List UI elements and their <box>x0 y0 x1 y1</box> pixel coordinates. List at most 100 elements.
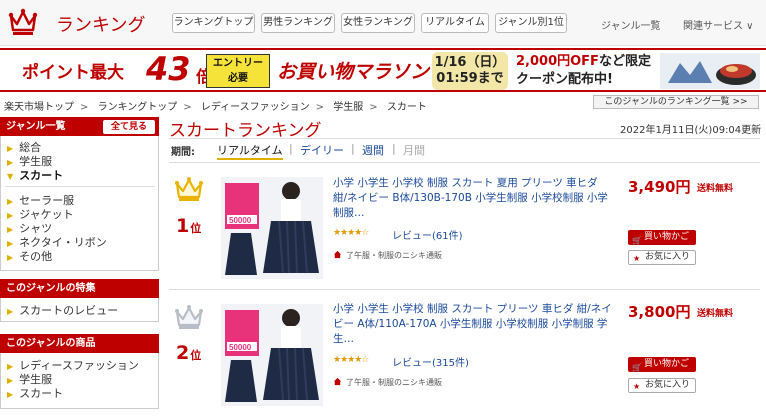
favorite-button[interactable]: ★ お気に入り <box>628 378 696 393</box>
banner-offer-amount: 2,000円OFF <box>516 54 599 69</box>
breadcrumb-separator: > <box>369 102 378 113</box>
period-tab-daily[interactable]: デイリー <box>300 142 344 158</box>
arrow-marker-icon: ▶ <box>7 211 14 220</box>
sidebar-item-skirt[interactable]: ▶ スカート <box>7 385 63 401</box>
product-image[interactable]: 50000 <box>221 304 323 406</box>
period-tab-weekly[interactable]: 週間 <box>362 142 384 158</box>
sidebar-products-header: このジャンルの商品 <box>0 334 159 353</box>
shop-icon <box>333 250 342 259</box>
banner-offer-rest: など限定 <box>598 54 651 69</box>
breadcrumb-separator: > <box>80 102 89 113</box>
star-icon: ★ <box>633 254 641 263</box>
sidebar-item-skirt[interactable]: ▼ スカート <box>7 167 63 183</box>
favorite-button-label: お気に入り <box>645 252 691 262</box>
breadcrumb-separator: > <box>315 102 325 113</box>
sidebar-item-other[interactable]: ▶ その他 <box>7 248 52 264</box>
breadcrumb-item[interactable]: ランキングトップ <box>98 102 178 113</box>
banner-offer-line2: クーポン配布中! <box>516 72 613 87</box>
logo-text[interactable]: ランキング <box>56 11 145 37</box>
tab-genre-first[interactable]: ジャンル別1位 <box>495 13 567 33</box>
tab-men-ranking[interactable]: 男性ランキング <box>261 13 335 33</box>
product-price: 3,490円 <box>628 178 691 196</box>
sidebar-item-label: その他 <box>19 250 53 263</box>
banner-point-text: ポイント最大 <box>22 63 124 83</box>
arrow-marker-icon: ▶ <box>7 362 14 371</box>
add-to-cart-button[interactable]: 🛒 買い物かご <box>628 357 696 372</box>
rank-value: 1 <box>176 215 190 237</box>
period-tab-monthly: 月間 <box>403 144 425 157</box>
product-photo-icon: 50000 <box>221 304 323 406</box>
promo-banner[interactable]: ポイント最大 43 倍 エントリー 必要 お買い物マラソン 1/16（日） 01… <box>0 48 766 92</box>
arrow-marker-icon: ▶ <box>7 158 14 167</box>
sidebar-divider <box>5 186 155 187</box>
sidebar-products-list: ▶ レディースファッション ▶ 学生服 ▶ スカート <box>0 353 159 409</box>
period-separator: | <box>351 142 355 155</box>
cart-button-label: 買い物かご <box>644 359 690 369</box>
product-badge-text: 50000 <box>229 343 252 352</box>
banner-date-line2: 01:59まで <box>436 71 504 86</box>
tab-women-ranking[interactable]: 女性ランキング <box>341 13 415 33</box>
row-divider <box>169 162 760 163</box>
breadcrumb-item[interactable]: 学生服 <box>333 102 363 113</box>
product-name-link[interactable]: 小学 小学生 小学校 制服 スカート 夏用 プリーツ 車ヒダ 紺/ネイビー B体… <box>333 176 615 221</box>
silver-crown-icon <box>175 305 203 329</box>
shop-icon <box>333 377 342 386</box>
title-divider <box>169 138 760 139</box>
crown-logo-icon[interactable] <box>8 8 38 36</box>
sidebar-item-skirt-review[interactable]: ▶ スカートのレビュー <box>7 302 118 318</box>
banner-deadline: 1/16（日） 01:59まで <box>432 52 508 90</box>
banner-entry-badge: エントリー 必要 <box>206 54 270 88</box>
free-shipping-label: 送料無料 <box>697 184 734 194</box>
favorite-button[interactable]: ★ お気に入り <box>628 250 696 265</box>
review-link[interactable]: レビュー(315件) <box>392 354 469 369</box>
product-name-link[interactable]: 小学 小学生 小学校 制服 スカート プリーツ 車ヒダ 紺/ネイビー A体/11… <box>333 302 615 347</box>
rank-number: 1位 <box>176 215 201 237</box>
arrow-marker-icon: ▶ <box>7 239 14 248</box>
arrow-marker-icon: ▶ <box>7 307 14 316</box>
star-icon: ★ <box>633 382 641 391</box>
sidebar-features-list: ▶ スカートのレビュー <box>0 298 159 322</box>
sidebar-item-label: スカート <box>19 387 64 400</box>
breadcrumb-trail: 楽天市場トップ > ランキングトップ > レディースファッション > 学生服 > スカー… <box>4 98 427 113</box>
tab-ranking-top[interactable]: ランキングトップ <box>172 13 255 33</box>
shop-name-link[interactable]: 了午服・制服のニシキ通販 <box>346 250 442 261</box>
banner-offer: 2,000円OFFなど限定 クーポン配布中! <box>516 53 651 89</box>
updated-timestamp: 2022年1月11日(火)09:04更新 <box>620 125 762 136</box>
rank-value: 2 <box>176 342 190 364</box>
product-image[interactable]: 50000 <box>221 177 323 279</box>
period-label: 期間: <box>171 147 195 158</box>
row-divider <box>169 289 760 290</box>
period-separator: | <box>289 142 293 155</box>
related-services-dropdown[interactable]: 関連サービス ∨ <box>683 17 754 32</box>
breadcrumb-item[interactable]: レディースファッション <box>201 102 310 113</box>
rank-suffix: 位 <box>190 222 202 235</box>
free-shipping-label: 送料無料 <box>697 309 734 319</box>
review-link[interactable]: レビュー(61件) <box>392 227 463 242</box>
banner-product-image <box>660 53 760 89</box>
shop-name-link[interactable]: 了午服・制服のニシキ通販 <box>346 377 442 388</box>
period-separator: | <box>392 142 396 155</box>
product-price: 3,800円 <box>628 303 691 321</box>
arrow-marker-icon: ▶ <box>7 144 14 153</box>
tab-realtime[interactable]: リアルタイム <box>421 13 489 33</box>
see-all-button[interactable]: 全て見る <box>103 120 155 134</box>
rating-stars: ★★★★☆ <box>333 228 369 238</box>
rank-number: 2位 <box>176 342 201 364</box>
banner-entry-line2: 必要 <box>228 73 248 84</box>
product-badge-text: 50000 <box>229 216 252 225</box>
rating-stars: ★★★★☆ <box>333 355 369 365</box>
breadcrumb-item[interactable]: スカート <box>387 102 427 113</box>
genre-ranking-list-link[interactable]: このジャンルのランキング一覧 >> <box>593 95 759 109</box>
header-bar: ランキング ランキングトップ 男性ランキング 女性ランキング リアルタイム ジャ… <box>0 0 766 46</box>
period-tab-realtime[interactable]: リアルタイム <box>217 142 283 160</box>
rank-suffix: 位 <box>190 349 202 362</box>
add-to-cart-button[interactable]: 🛒 買い物かご <box>628 230 696 245</box>
gold-crown-icon <box>175 177 203 201</box>
sidebar-item-label: スカートのレビュー <box>19 304 119 317</box>
banner-entry-line1: エントリー <box>213 58 263 69</box>
sidebar-genre-list: ▶ 総合 ▶ 学生服 ▼ スカート ▶ セーラー服 ▶ ジャケット ▶ シャツ ▶ ネクタイ・… <box>0 136 159 271</box>
genre-list-link[interactable]: ジャンル一覧 <box>601 17 661 32</box>
arrow-marker-icon: ▶ <box>7 197 14 206</box>
cart-icon: 🛒 <box>632 236 642 245</box>
breadcrumb-item[interactable]: 楽天市場トップ <box>4 102 74 113</box>
